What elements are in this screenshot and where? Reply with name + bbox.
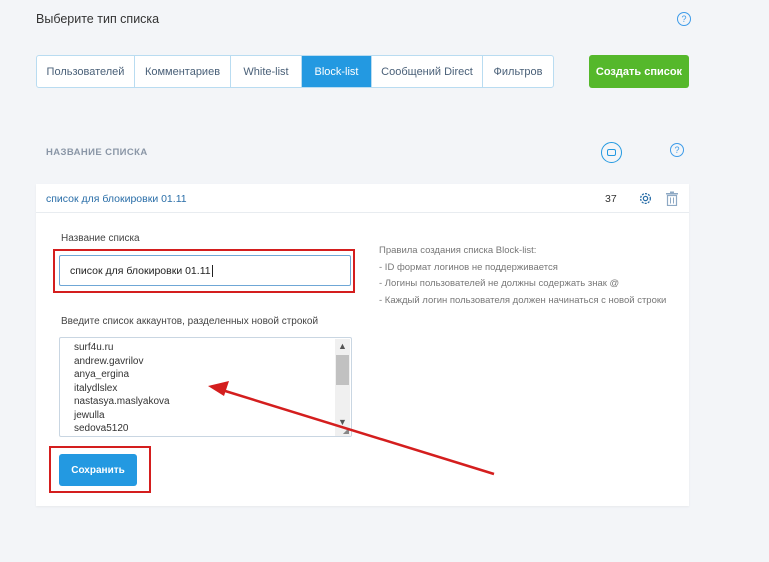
rules-title: Правила создания списка Block-list: [379, 245, 537, 256]
tab-comments[interactable]: Комментариев [135, 56, 231, 87]
scrollbar-thumb[interactable] [336, 355, 349, 385]
accounts-field-label: Введите список аккаунтов, разделенных но… [61, 316, 319, 327]
help-icon[interactable]: ? [670, 143, 684, 157]
resize-handle-icon[interactable]: ◢ [343, 426, 349, 435]
rule-item: - Каждый логин пользователя должен начин… [379, 294, 667, 306]
list-type-tabs: Пользователей Комментариев White-list Bl… [36, 55, 554, 88]
gear-icon[interactable] [638, 191, 653, 206]
account-line: jewulla [74, 409, 105, 421]
text-caret [211, 264, 213, 277]
save-button[interactable]: Сохранить [59, 454, 137, 486]
scrollbar[interactable]: ▲ ▼ [335, 339, 350, 436]
tab-filters[interactable]: Фильтров [483, 56, 553, 87]
rule-item: - ID формат логинов не поддерживается [379, 261, 558, 273]
list-count: 37 [605, 193, 617, 205]
tab-white-list[interactable]: White-list [231, 56, 302, 87]
account-line: andrew.gavrilov [74, 355, 144, 367]
account-line: surf4u.ru [74, 342, 114, 353]
trash-icon[interactable] [665, 191, 679, 206]
account-line: italydlslex [74, 382, 118, 394]
rules-block: Правила создания списка Block-list: - ID… [379, 243, 666, 309]
account-line: anya_ergina [74, 369, 130, 380]
accounts-list: surf4u.ru andrew.gavrilov anya_ergina it… [74, 341, 170, 436]
tab-users[interactable]: Пользователей [37, 56, 135, 87]
section-title: НАЗВАНИЕ СПИСКА [46, 147, 148, 158]
accounts-textarea[interactable]: surf4u.ru andrew.gavrilov anya_ergina it… [59, 337, 352, 437]
account-line: sedova5120 [74, 423, 129, 434]
chat-icon[interactable] [601, 142, 622, 163]
create-list-button[interactable]: Создать список [589, 55, 689, 88]
scroll-up-icon[interactable]: ▲ [335, 339, 350, 353]
account-line: nastasya.maslyakova [74, 396, 170, 407]
list-name-value: список для блокировки 01.11 [70, 264, 211, 277]
page-title: Выберите тип списка [36, 12, 160, 26]
list-name-link[interactable]: список для блокировки 01.11 [46, 193, 187, 205]
help-icon[interactable]: ? [677, 12, 691, 26]
list-name-input[interactable]: список для блокировки 01.11 [59, 255, 351, 286]
rule-item: - Логины пользователей не должны содержа… [379, 278, 620, 289]
name-field-label: Название списка [61, 233, 140, 244]
tab-direct-messages[interactable]: Сообщений Direct [372, 56, 483, 87]
tab-block-list[interactable]: Block-list [302, 56, 372, 87]
